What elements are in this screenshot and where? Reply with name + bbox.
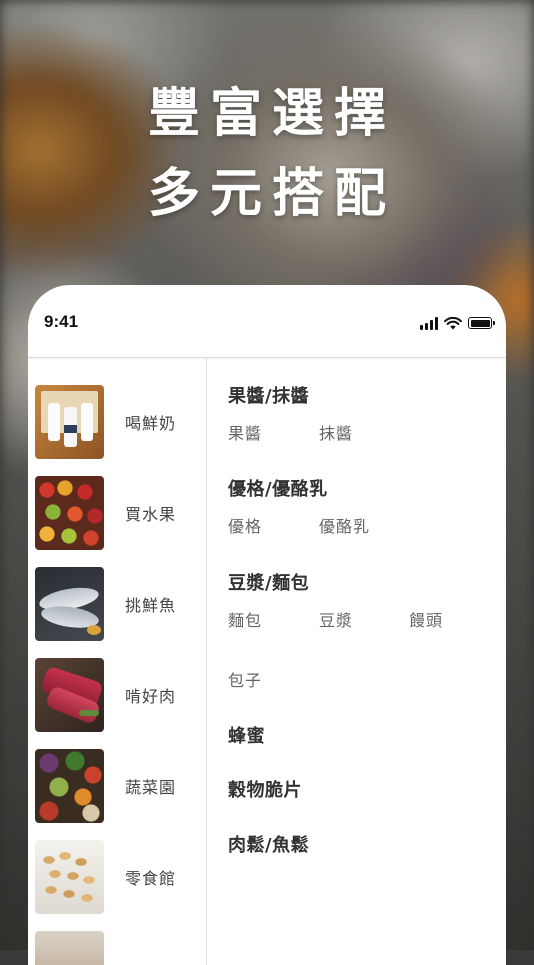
- headline-line-2: 多元搭配: [147, 164, 396, 224]
- meat-thumbnail: [35, 658, 104, 732]
- subcategory-panel: 果醬/抹醬 果醬 抹醬 優格/優酪乳 優格 優酪乳 豆漿/麵包 麵包 豆漿 饅頭…: [208, 358, 506, 965]
- wifi-icon: [444, 316, 462, 329]
- category-title[interactable]: 蜂蜜: [228, 722, 265, 748]
- headline: 豐富選擇 多元搭配: [0, 74, 534, 234]
- sidebar-item-label: 零食館: [125, 869, 177, 888]
- sidebar-item-label: 蔬菜園: [125, 778, 177, 797]
- status-time: 9:41: [44, 312, 79, 331]
- category-title[interactable]: 優格/優酪乳: [228, 475, 328, 501]
- signal-icon: [420, 316, 438, 330]
- category-title[interactable]: 穀物脆片: [228, 776, 302, 802]
- fruit-thumbnail: [35, 476, 104, 550]
- sidebar-item-milk[interactable]: 喝鮮奶: [35, 384, 206, 460]
- sidebar-item-label: 挑鮮魚: [125, 596, 177, 615]
- partial-thumbnail: [35, 931, 104, 965]
- status-icons: [420, 315, 495, 331]
- battery-icon: [468, 317, 495, 329]
- sidebar-item-partial[interactable]: [35, 930, 206, 965]
- category-sidebar: 喝鮮奶 買水果 挑鮮魚 啃好肉 蔬菜園 零食館: [28, 358, 207, 965]
- subcategory-item[interactable]: 豆漿: [319, 607, 353, 631]
- sidebar-item-vegetables[interactable]: 蔬菜園: [35, 748, 206, 824]
- sidebar-item-fish[interactable]: 挑鮮魚: [35, 566, 206, 642]
- subcategory-item[interactable]: 抹醬: [319, 420, 353, 444]
- subcategory-item[interactable]: 優格: [228, 513, 262, 537]
- subcategory-item[interactable]: 麵包: [228, 607, 262, 631]
- subcategory-item[interactable]: 包子: [228, 667, 262, 691]
- category-title[interactable]: 果醬/抹醬: [228, 382, 309, 408]
- fish-thumbnail: [35, 567, 104, 641]
- sidebar-item-label: 買水果: [125, 505, 177, 524]
- headline-line-1: 豐富選擇: [147, 84, 396, 144]
- sidebar-item-snacks[interactable]: 零食館: [35, 839, 206, 915]
- category-title[interactable]: 肉鬆/魚鬆: [228, 831, 309, 857]
- subcategory-item[interactable]: 優酪乳: [319, 513, 370, 537]
- subcategory-item[interactable]: 果醬: [228, 420, 262, 444]
- vegetables-thumbnail: [35, 749, 104, 823]
- milk-thumbnail: [35, 385, 104, 459]
- sidebar-item-meat[interactable]: 啃好肉: [35, 657, 206, 733]
- sidebar-item-label: 喝鮮奶: [125, 414, 177, 433]
- sidebar-item-fruit[interactable]: 買水果: [35, 475, 206, 551]
- phone-screen: 9:41 喝鮮奶 買水果 挑鮮魚 啃好肉 蔬菜園 零食館 果醬/抹醬 果醬 抹醬…: [28, 285, 506, 965]
- snacks-thumbnail: [35, 840, 104, 914]
- status-bar: 9:41: [28, 285, 506, 357]
- category-title[interactable]: 豆漿/麵包: [228, 569, 309, 595]
- sidebar-item-label: 啃好肉: [125, 687, 177, 706]
- subcategory-item[interactable]: 饅頭: [409, 607, 443, 631]
